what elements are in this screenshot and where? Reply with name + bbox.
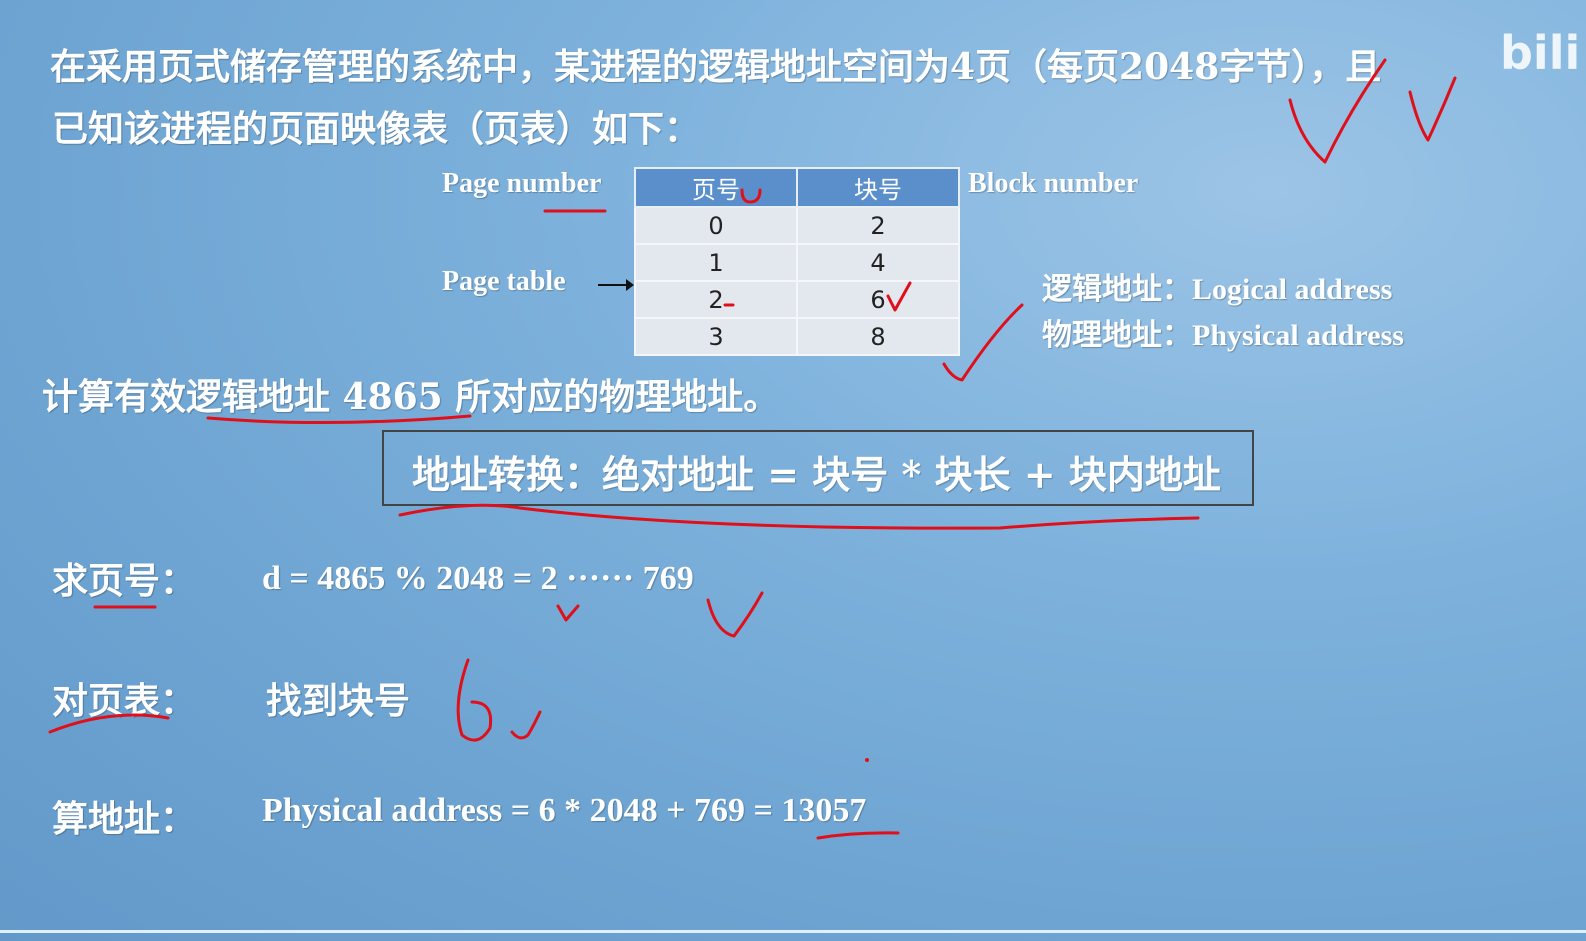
red-ink-annotations [48,58,1457,840]
check-mark-icon [1408,76,1457,142]
underline-mark [206,414,472,425]
dot-mark [865,758,869,762]
digit-six-mark [456,658,493,742]
underline-mark [816,831,900,840]
bottom-border [0,930,1586,933]
check-mark-icon [886,281,912,312]
check-mark-icon [706,591,764,638]
underline-mark [48,713,170,734]
check-mark-icon [942,303,1024,382]
check-mark-icon [510,710,542,740]
check-mark-icon [556,604,580,622]
circle-mark [740,188,762,204]
check-mark-icon [1288,58,1387,164]
underline-mark [398,503,1200,530]
